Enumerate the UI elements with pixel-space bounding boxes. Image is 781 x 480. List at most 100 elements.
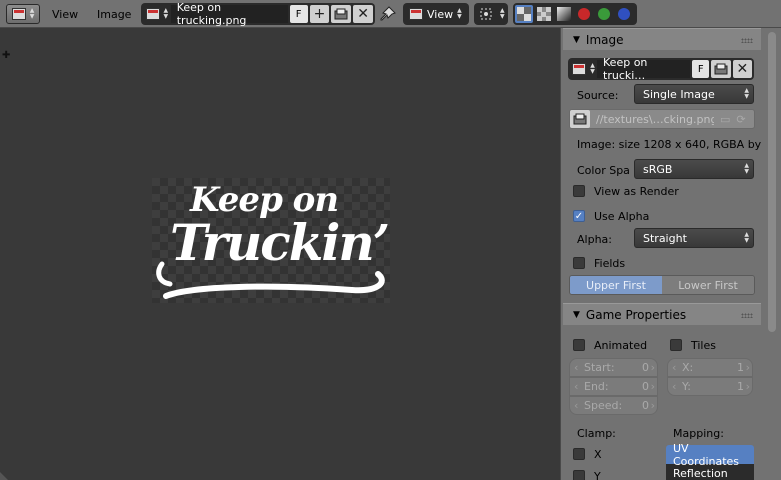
blue-channel-icon[interactable] [615,5,633,23]
tiles-row[interactable]: Tiles [670,335,750,355]
filepath-field[interactable]: //textures\…cking.png [596,113,714,126]
image-canvas[interactable]: Keep on Truckin’ [152,178,390,303]
panel-image-name-field[interactable]: Keep on trucki… [597,56,691,82]
updown-arrows-icon: ▲ ▼ [744,162,749,175]
folder-open-icon[interactable] [570,110,590,128]
panel-fake-user-button[interactable]: F [692,60,710,78]
mapping-list: UV Coordinates Reflection [666,442,754,480]
filepath-row: //textures\…cking.png ▭ ⟳ [569,109,755,129]
clamp-y-row[interactable]: Y [573,466,653,480]
image-browse-group: ▲ ▼ Keep on trucking.png F + ✕ [141,1,375,27]
alpha-channel-icon[interactable] [535,5,553,23]
game-properties-section-header[interactable]: ▼ Game Properties [563,303,761,325]
editor-type-button[interactable]: ▲ ▼ [6,4,40,24]
alpha-mode-dropdown[interactable]: Straight ▲ ▼ [634,228,754,248]
mode-select[interactable]: View [427,8,453,21]
clamp-x-checkbox[interactable] [573,448,585,460]
view-mode-icon [409,8,423,20]
panel-image-browse: ▲ ▼ Keep on trucki… F ✕ [568,56,754,82]
fake-user-button[interactable]: F [289,5,308,23]
green-channel-icon[interactable] [595,5,613,23]
panel-scrollbar[interactable] [768,32,776,332]
browse-image-button[interactable]: ▲ ▼ [143,5,171,23]
mapping-label: Mapping: [673,426,724,440]
tiles-x-label: X: [682,361,694,374]
collapse-triangle-icon: ▼ [573,309,580,320]
image-section-header[interactable]: ▼ Image [563,28,761,50]
tiles-y-field[interactable]: Y: 1 [667,377,753,396]
menu-image[interactable]: Image [93,4,135,24]
close-icon[interactable]: ✕ [353,5,373,23]
use-alpha-checkbox[interactable]: ✓ [573,210,585,222]
folder-open-icon[interactable] [331,5,352,23]
fields-row[interactable]: Fields [573,253,761,273]
source-value: Single Image [643,87,715,101]
folder-open-icon[interactable] [711,60,731,78]
start-field[interactable]: Start: 0 [569,358,658,377]
clamp-x-label: X [594,447,602,461]
lower-first-button[interactable]: Lower First [662,276,754,294]
image-section-title: Image [585,32,624,47]
clamp-y-checkbox[interactable] [573,470,585,480]
drag-grip-icon[interactable] [741,38,753,43]
end-value: 0 [642,380,649,393]
tiles-label: Tiles [691,338,716,352]
pivot-icon[interactable] [476,5,496,23]
upper-first-button[interactable]: Upper First [570,276,662,294]
updown-arrows-icon: ▲ ▼ [500,7,505,20]
use-alpha-row[interactable]: ✓ Use Alpha [573,206,761,226]
colorspace-dropdown[interactable]: sRGB ▲ ▼ [634,159,754,179]
plus-icon[interactable]: + [309,5,330,23]
tiles-x-field[interactable]: X: 1 [667,358,753,377]
image-info-row: Image: size 1208 x 640, RGBA by [569,134,761,154]
updown-arrows-icon: ▲ ▼ [163,7,169,20]
image-name-field[interactable]: Keep on trucking.png [170,1,288,27]
pin-icon[interactable] [378,4,398,24]
view-as-render-row[interactable]: View as Render [573,181,761,201]
updown-arrows-icon: ▲ ▼ [744,87,749,100]
colorspace-value: sRGB [643,162,673,176]
source-dropdown[interactable]: Single Image ▲ ▼ [634,84,754,104]
end-field[interactable]: End: 0 [569,377,658,396]
updown-arrows-icon: ▲ ▼ [457,7,462,20]
alpha-mode-label: Alpha: [577,232,612,246]
speed-label: Speed: [584,399,623,412]
clamp-y-label: Y [594,469,601,480]
updown-arrows-icon: ▲ ▼ [29,7,35,20]
mapping-option-uv[interactable]: UV Coordinates [666,442,754,468]
animated-checkbox[interactable] [573,339,585,351]
view-as-render-label: View as Render [594,184,679,198]
alpha-mode-value: Straight [643,231,687,245]
animated-row[interactable]: Animated [573,335,663,355]
animated-label: Animated [594,338,648,352]
clamp-label: Clamp: [577,426,616,440]
mode-group: View ▲ ▼ [403,3,469,25]
fields-label: Fields [594,256,626,270]
z-buffer-icon[interactable] [555,5,573,23]
collapse-triangle-icon: ▼ [573,34,580,45]
pack-icon[interactable]: ▭ [720,113,730,126]
area-split-corner[interactable] [0,472,8,480]
rgb-alpha-channel-icon[interactable] [515,5,533,23]
clamp-x-row[interactable]: X [573,444,653,464]
menu-view[interactable]: View [48,4,82,24]
display-channels-group [513,3,637,25]
red-channel-icon[interactable] [575,5,593,23]
image-viewport[interactable]: ✚ Keep on Truckin’ [0,28,560,480]
view-as-render-checkbox[interactable] [573,185,585,197]
panel-browse-image-button[interactable]: ▲ ▼ [570,60,597,78]
image-datablock-icon [572,63,587,75]
tiles-checkbox[interactable] [670,339,682,351]
speed-value: 0 [642,399,649,412]
reload-icon[interactable]: ⟳ [736,113,745,126]
close-icon[interactable]: ✕ [732,60,752,78]
use-alpha-label: Use Alpha [594,209,650,223]
updown-arrows-icon: ▲ ▼ [744,231,749,244]
colorspace-label: Color Spa [577,163,630,177]
drag-grip-icon[interactable] [741,313,753,318]
speed-field[interactable]: Speed: 0 [569,396,658,415]
properties-panel: ▼ Image ▲ ▼ Keep on trucki… F ✕ Source: S… [560,28,781,480]
source-label: Source: [577,88,619,102]
fields-checkbox[interactable] [573,257,585,269]
image-info-text: Image: size 1208 x 640, RGBA by [577,137,762,151]
